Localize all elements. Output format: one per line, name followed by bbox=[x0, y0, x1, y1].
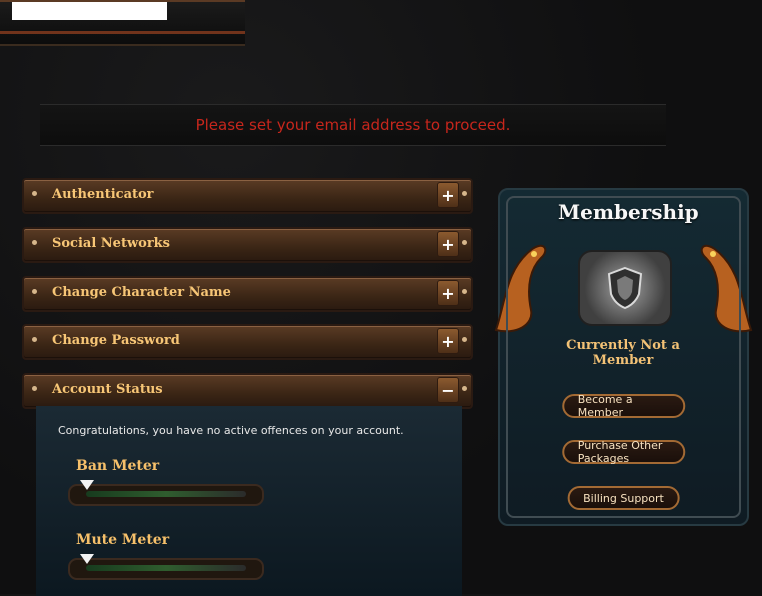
expand-icon[interactable]: + bbox=[437, 231, 459, 257]
account-status-message: Congratulations, you have no active offe… bbox=[58, 424, 404, 437]
email-notice-text: Please set your email address to proceed… bbox=[195, 116, 511, 134]
panel-label: Social Networks bbox=[52, 236, 170, 251]
topbar-accent-line bbox=[0, 31, 245, 34]
rivet-icon bbox=[32, 337, 37, 342]
mute-meter-pointer-icon bbox=[80, 554, 94, 564]
rivet-icon bbox=[462, 337, 467, 342]
account-status-body: Congratulations, you have no active offe… bbox=[36, 406, 462, 596]
top-logo-bar bbox=[0, 0, 245, 46]
mute-meter-label: Mute Meter bbox=[76, 532, 170, 548]
rivet-icon bbox=[32, 191, 37, 196]
panel-label: Change Character Name bbox=[52, 285, 231, 300]
redacted-username bbox=[12, 2, 167, 20]
rivet-icon bbox=[462, 289, 467, 294]
collapse-icon[interactable]: − bbox=[437, 377, 459, 403]
panel-label: Account Status bbox=[52, 382, 163, 397]
expand-icon[interactable]: + bbox=[437, 280, 459, 306]
ban-meter-label: Ban Meter bbox=[76, 458, 160, 474]
email-notice-banner: Please set your email address to proceed… bbox=[40, 104, 666, 146]
panel-social-networks[interactable]: Social Networks + bbox=[22, 227, 473, 263]
ban-meter bbox=[68, 480, 264, 506]
panel-change-password[interactable]: Change Password + bbox=[22, 324, 473, 360]
expand-icon[interactable]: + bbox=[437, 328, 459, 354]
mute-meter bbox=[68, 554, 264, 580]
panel-label: Change Password bbox=[52, 333, 180, 348]
panel-account-status[interactable]: Account Status − bbox=[22, 373, 473, 409]
ban-meter-pointer-icon bbox=[80, 480, 94, 490]
membership-panel: Membership Currently Not a Member Become… bbox=[494, 188, 753, 526]
rivet-icon bbox=[462, 191, 467, 196]
rivet-icon bbox=[32, 289, 37, 294]
ban-meter-bar bbox=[86, 491, 246, 497]
panel-change-character-name[interactable]: Change Character Name + bbox=[22, 276, 473, 312]
panel-label: Authenticator bbox=[52, 187, 154, 202]
rivet-icon bbox=[32, 386, 37, 391]
rivet-icon bbox=[32, 240, 37, 245]
panel-authenticator[interactable]: Authenticator + bbox=[22, 178, 473, 214]
rivet-icon bbox=[462, 240, 467, 245]
membership-frame-border bbox=[506, 196, 741, 518]
rivet-icon bbox=[462, 386, 467, 391]
expand-icon[interactable]: + bbox=[437, 182, 459, 208]
mute-meter-bar bbox=[86, 565, 246, 571]
